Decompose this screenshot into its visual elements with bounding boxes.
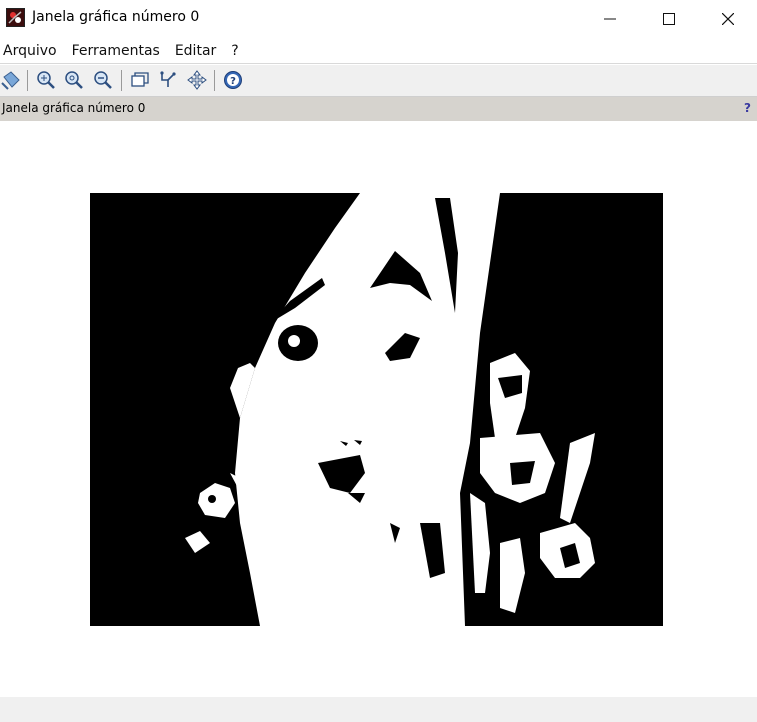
toolbar-separator [27,70,28,91]
panel-header: Janela gráfica número 0 ? [0,97,757,121]
rotate-tool-button[interactable] [157,69,179,91]
toolbar: ? [0,65,757,97]
toolbar-separator [214,70,215,91]
menu-ferramentas[interactable]: Ferramentas [69,43,166,59]
minimize-button[interactable] [581,0,639,38]
app-icon [6,8,25,27]
maximize-button[interactable] [640,0,698,38]
status-bar [0,697,757,722]
window-title: Janela gráfica número 0 [32,9,200,25]
close-button[interactable] [699,0,757,38]
select-tool-button[interactable] [0,69,22,91]
panel-title: Janela gráfica número 0 [2,101,146,115]
zoom-fit-button[interactable] [35,69,57,91]
pan-icon [187,70,207,90]
menu-editar[interactable]: Editar [172,43,222,59]
menu-bar: Arquivo Ferramentas Editar ? [0,39,757,64]
binary-image-render [90,193,663,626]
title-bar: Janela gráfica número 0 [0,0,757,38]
help-tool-button[interactable]: ? [222,69,244,91]
binary-image [90,193,663,626]
minimize-icon [604,18,616,20]
rotate-icon [160,71,176,87]
menu-help[interactable]: ? [228,43,244,59]
menu-arquivo[interactable]: Arquivo [0,43,63,59]
pan-tool-button[interactable] [186,69,208,91]
svg-text:?: ? [230,76,236,87]
graphics-canvas[interactable] [0,122,757,697]
select-icon [1,71,20,90]
zoom-fit-icon [37,71,55,89]
maximize-icon [663,13,675,25]
zoom-in-button[interactable] [63,69,85,91]
zoom-in-icon [65,71,83,89]
window-tool-button[interactable] [129,69,151,91]
close-icon [722,13,734,25]
zoom-out-button[interactable] [92,69,114,91]
toolbar-separator [121,70,122,91]
window-icon [131,72,149,87]
help-icon: ? [224,71,242,89]
panel-help-button[interactable]: ? [744,101,751,115]
zoom-out-icon [94,71,112,89]
